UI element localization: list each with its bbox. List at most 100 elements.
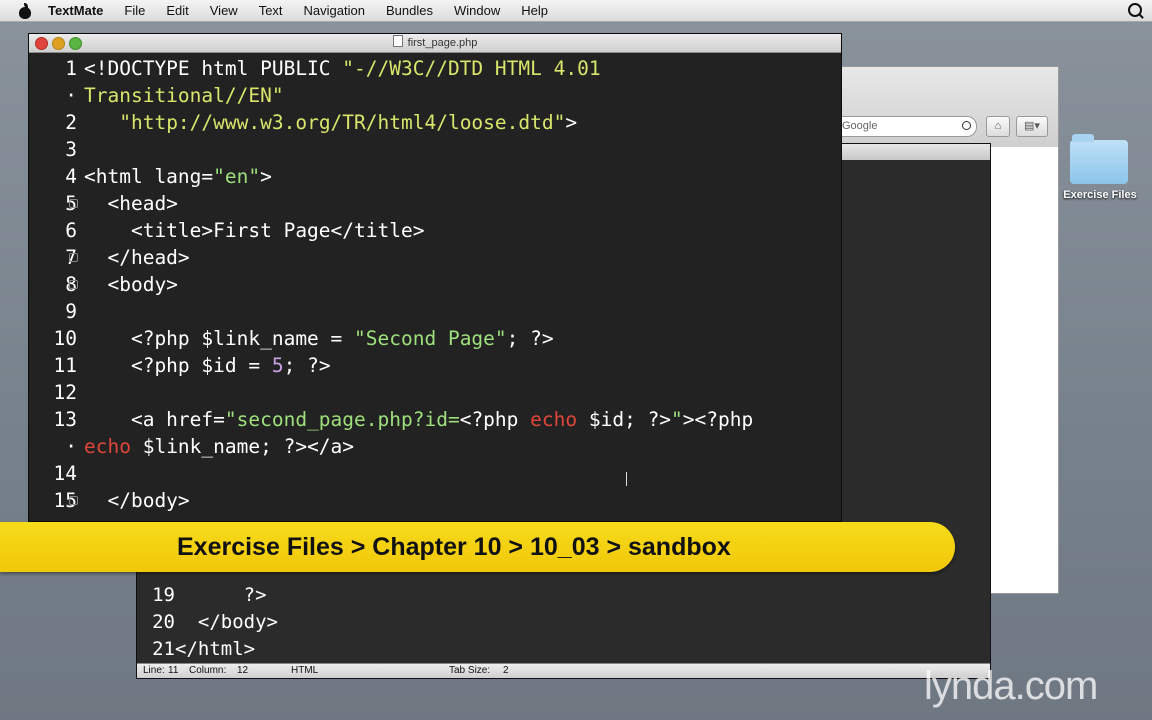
code-token: > <box>260 165 272 188</box>
line-number: 19 <box>152 584 175 606</box>
fold-toggle-icon[interactable] <box>69 253 78 262</box>
editor-titlebar: first_page.php <box>29 34 841 53</box>
menu-view[interactable]: View <box>210 3 238 18</box>
bookmarks-icon[interactable]: ▤▾ <box>1016 116 1048 137</box>
code-line: 6 <title>First Page</title> <box>29 217 841 244</box>
status-line-label: Line: <box>143 665 165 676</box>
code-line: · echo $link_name; ?></a> <box>29 433 841 460</box>
line-number: 6 <box>65 219 77 242</box>
code-line: 8 <body> <box>29 271 841 298</box>
code-keyword: echo <box>530 408 578 431</box>
browser-toolbar: Google ⌂ ▤▾ <box>841 67 1058 148</box>
line-number: 2 <box>65 111 77 134</box>
spotlight-search-icon[interactable] <box>1128 3 1142 17</box>
window-title: first_page.php <box>407 37 478 49</box>
code-token: ; ?> <box>506 327 554 350</box>
fold-toggle-icon[interactable] <box>69 280 78 289</box>
code-token: > <box>565 111 578 134</box>
code-line: 15 </body> <box>29 487 841 514</box>
menu-file[interactable]: File <box>124 3 145 18</box>
document-icon <box>392 35 403 47</box>
code-token: <?php $id = <box>84 354 272 377</box>
code-line: · Transitional//EN" <box>29 82 841 109</box>
line-number: 10 <box>53 327 77 350</box>
code-line: 21</html> <box>137 636 990 663</box>
code-token: <title>First Page</title> <box>84 219 425 242</box>
menu-edit[interactable]: Edit <box>166 3 188 18</box>
code-line: 7 </head> <box>29 244 841 271</box>
status-column-value: 12 <box>237 665 249 676</box>
code-token: <!DOCTYPE html PUBLIC <box>84 57 343 80</box>
home-icon[interactable]: ⌂ <box>986 116 1010 137</box>
path-banner: Exercise Files > Chapter 10 > 10_03 > sa… <box>0 522 955 572</box>
status-column-label: Column: <box>189 665 227 676</box>
code-token: </head> <box>84 246 190 269</box>
folder-icon <box>1070 134 1128 184</box>
fold-toggle-icon[interactable] <box>69 496 78 505</box>
code-line: 20 </body> <box>137 609 990 636</box>
menu-navigation[interactable]: Navigation <box>304 3 365 18</box>
code-string: "http://www.w3.org/TR/html4/loose.dtd" <box>119 111 566 134</box>
code-token: ; ?> <box>283 354 331 377</box>
code-string: "en" <box>213 165 261 188</box>
code-text: </body> <box>175 611 278 633</box>
desktop-folder[interactable] <box>1070 134 1130 184</box>
code-line: 5 <head> <box>29 190 841 217</box>
code-line: 2 "http://www.w3.org/TR/html4/loose.dtd"… <box>29 109 841 136</box>
minimize-button[interactable] <box>52 37 65 50</box>
code-token: <?php $link_name = <box>84 327 355 350</box>
line-number: · <box>65 435 77 458</box>
code-string: Transitional//EN" <box>84 84 284 107</box>
line-number: 9 <box>65 300 77 323</box>
code-line: 1 <!DOCTYPE html PUBLIC "-//W3C//DTD HTM… <box>29 55 841 82</box>
menu-app-textmate[interactable]: TextMate <box>48 3 103 18</box>
menu-bundles[interactable]: Bundles <box>386 3 433 18</box>
apple-menu-icon[interactable] <box>18 2 32 19</box>
code-string: "Second Page" <box>354 327 507 350</box>
desktop-folder-label: Exercise Files <box>1063 189 1137 201</box>
code-line: 13 <a href="second_page.php?id=<?php ech… <box>29 406 841 433</box>
code-token: <head> <box>84 192 178 215</box>
line-number: 4 <box>65 165 77 188</box>
code-line: 19 ?> <box>137 582 990 609</box>
code-line: 11 <?php $id = 5; ?> <box>29 352 841 379</box>
code-number: 5 <box>271 354 284 377</box>
line-number: 3 <box>65 138 77 161</box>
code-token: <a href= <box>84 408 225 431</box>
menu-window[interactable]: Window <box>454 3 500 18</box>
code-token: ><?php <box>682 408 754 431</box>
line-number: 21 <box>152 638 175 660</box>
browser-page <box>989 147 1058 593</box>
menu-bar: TextMate File Edit View Text Navigation … <box>0 0 1152 22</box>
language-selector[interactable]: HTML <box>291 664 318 678</box>
line-number: 12 <box>53 381 77 404</box>
code-token: <body> <box>84 273 178 296</box>
code-line: 14 <box>29 460 841 487</box>
code-text: ?> <box>175 584 267 606</box>
code-line: 9 <box>29 298 841 325</box>
line-number: 13 <box>53 408 77 431</box>
browser-search-field[interactable]: Google <box>841 116 977 137</box>
zoom-button[interactable] <box>69 37 82 50</box>
code-token: $link_name; ?></a> <box>130 435 355 458</box>
tab-size-value[interactable]: 2 <box>503 664 509 678</box>
line-number: · <box>65 84 77 107</box>
code-token: <?php <box>459 408 531 431</box>
status-line-value: 11 <box>168 665 179 676</box>
code-string: "second_page.php?id= <box>224 408 460 431</box>
close-button[interactable] <box>35 37 48 50</box>
line-number: 14 <box>53 462 77 485</box>
tab-size-label[interactable]: Tab Size: <box>449 664 490 678</box>
code-line: 10 <?php $link_name = "Second Page"; ?> <box>29 325 841 352</box>
lynda-watermark: lynda.com <box>924 664 1098 708</box>
line-number: 1 <box>65 57 77 80</box>
status-bar: Line: 11 Column: 12 HTML Tab Size: 2 <box>137 663 990 678</box>
code-token: <html lang= <box>84 165 214 188</box>
code-area[interactable]: 1 <!DOCTYPE html PUBLIC "-//W3C//DTD HTM… <box>29 55 841 514</box>
menu-text[interactable]: Text <box>259 3 283 18</box>
line-number: 11 <box>53 354 77 377</box>
code-token: </body> <box>84 489 190 512</box>
menu-help[interactable]: Help <box>521 3 548 18</box>
fold-toggle-icon[interactable] <box>69 199 78 208</box>
